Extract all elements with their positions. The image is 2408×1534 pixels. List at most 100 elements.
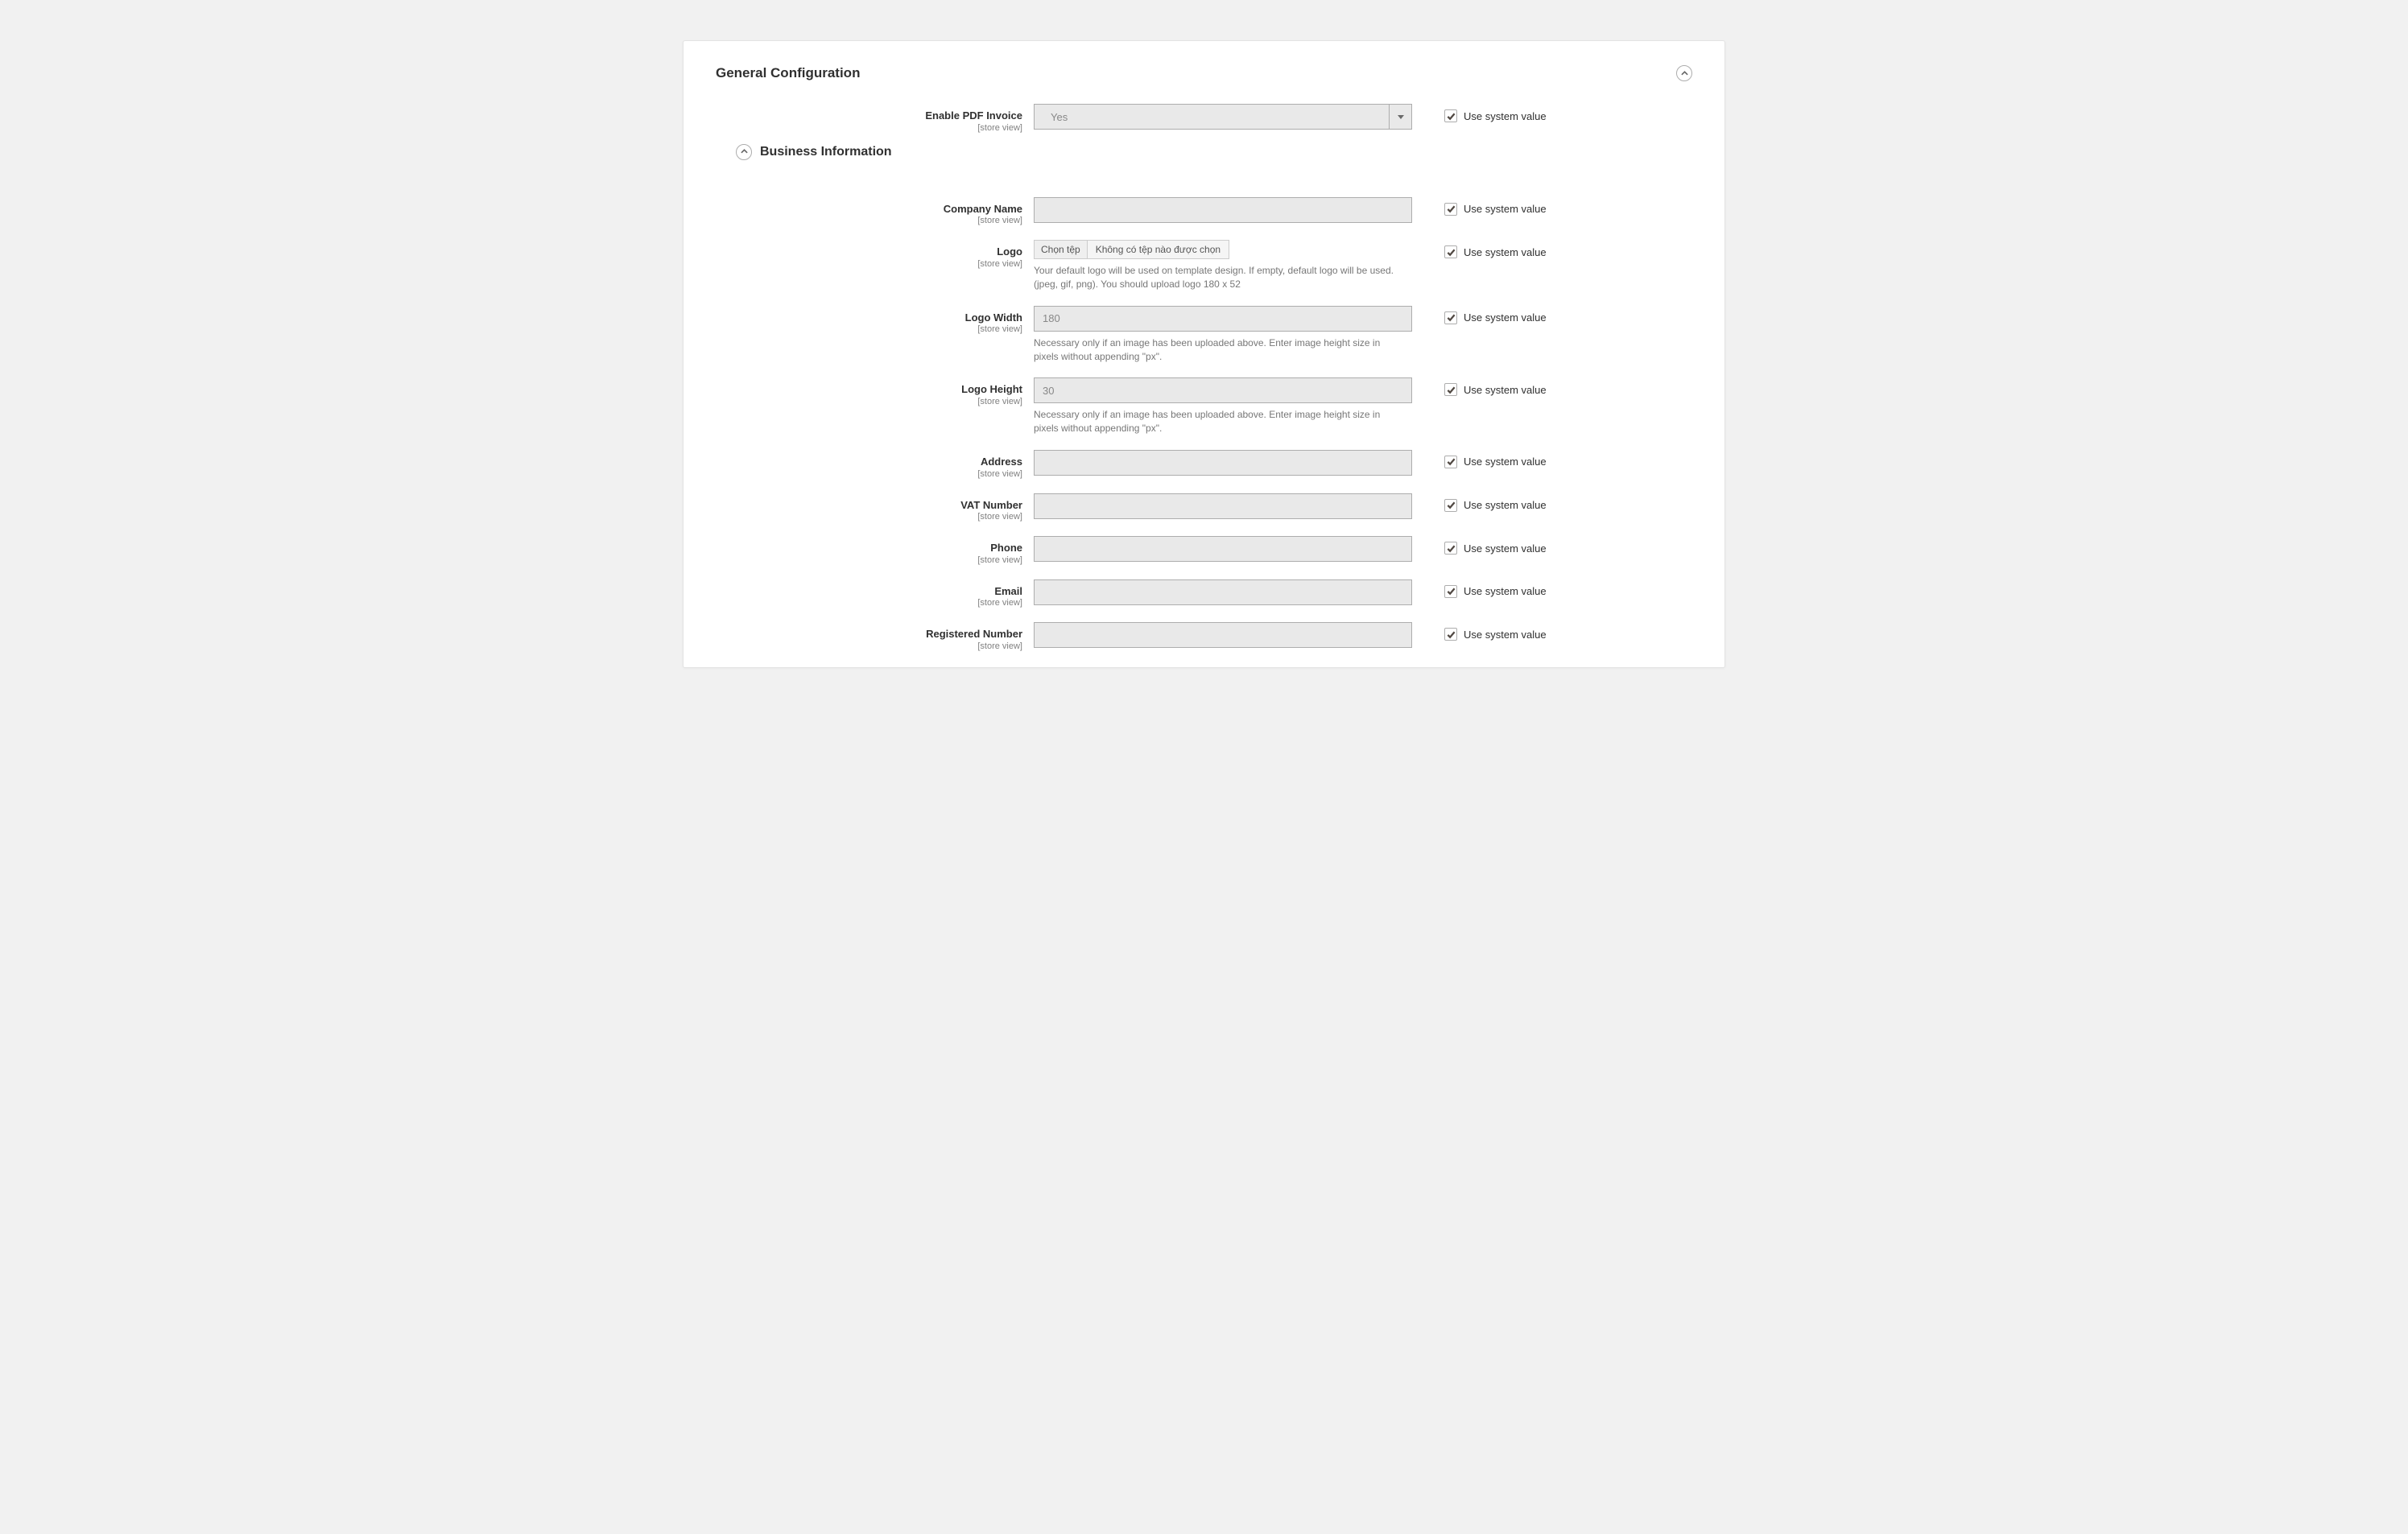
use-system-label[interactable]: Use system value	[1464, 499, 1547, 511]
use-system-checkbox[interactable]	[1444, 245, 1457, 258]
use-system-checkbox[interactable]	[1444, 383, 1457, 396]
field-label: Enable PDF Invoice	[716, 109, 1022, 122]
check-icon	[1447, 248, 1456, 257]
field-label: Logo Width	[716, 311, 1022, 324]
field-row-company-name: Company Name [store view] Use system val…	[716, 197, 1692, 226]
field-help: Necessary only if an image has been uplo…	[1034, 408, 1404, 435]
input-col	[1034, 493, 1412, 519]
label-col: Phone [store view]	[716, 536, 1034, 565]
use-system-label[interactable]: Use system value	[1464, 384, 1547, 396]
use-system-label[interactable]: Use system value	[1464, 585, 1547, 597]
check-icon	[1447, 313, 1456, 322]
field-row-logo-width: Logo Width [store view] Necessary only i…	[716, 306, 1692, 364]
use-system-checkbox[interactable]	[1444, 542, 1457, 555]
use-system-label[interactable]: Use system value	[1464, 629, 1547, 641]
triangle-down-icon	[1398, 115, 1404, 119]
section-title: General Configuration	[716, 65, 860, 81]
collapse-subsection-button[interactable]	[736, 144, 752, 160]
use-system-label[interactable]: Use system value	[1464, 203, 1547, 215]
address-input[interactable]	[1034, 450, 1412, 476]
field-scope: [store view]	[716, 598, 1022, 608]
label-col: Logo [store view]	[716, 240, 1034, 269]
use-system-label[interactable]: Use system value	[1464, 542, 1547, 555]
field-row-email: Email [store view] Use system value	[716, 579, 1692, 608]
system-col: Use system value	[1412, 104, 1547, 122]
field-help: Necessary only if an image has been uplo…	[1034, 336, 1404, 364]
company-name-input[interactable]	[1034, 197, 1412, 223]
field-label: Registered Number	[716, 628, 1022, 641]
field-row-vat-number: VAT Number [store view] Use system value	[716, 493, 1692, 522]
check-icon	[1447, 501, 1456, 509]
system-col: Use system value	[1412, 197, 1547, 216]
label-col: Company Name [store view]	[716, 197, 1034, 226]
logo-height-input[interactable]	[1034, 377, 1412, 403]
field-label: Email	[716, 585, 1022, 598]
label-col: Logo Height [store view]	[716, 377, 1034, 406]
label-col: Registered Number [store view]	[716, 622, 1034, 651]
logo-width-input[interactable]	[1034, 306, 1412, 332]
field-label: Logo	[716, 245, 1022, 258]
use-system-checkbox[interactable]	[1444, 499, 1457, 512]
registered-number-input[interactable]	[1034, 622, 1412, 648]
field-row-phone: Phone [store view] Use system value	[716, 536, 1692, 565]
system-col: Use system value	[1412, 377, 1547, 396]
vat-number-input[interactable]	[1034, 493, 1412, 519]
label-col: Address [store view]	[716, 450, 1034, 479]
use-system-checkbox[interactable]	[1444, 311, 1457, 324]
use-system-label[interactable]: Use system value	[1464, 246, 1547, 258]
field-label: VAT Number	[716, 499, 1022, 512]
check-icon	[1447, 544, 1456, 553]
email-input[interactable]	[1034, 579, 1412, 605]
file-choose-button: Chọn tệp	[1035, 241, 1088, 258]
check-icon	[1447, 630, 1456, 639]
chevron-up-icon	[741, 148, 748, 155]
subsection-header[interactable]: Business Information	[736, 144, 1692, 160]
use-system-checkbox[interactable]	[1444, 628, 1457, 641]
field-row-logo: Logo [store view] Chọn tệp Không có tệp …	[716, 240, 1692, 291]
use-system-checkbox[interactable]	[1444, 585, 1457, 598]
use-system-checkbox[interactable]	[1444, 109, 1457, 122]
label-col: Logo Width [store view]	[716, 306, 1034, 335]
section-header: General Configuration	[716, 65, 1692, 81]
field-label: Logo Height	[716, 383, 1022, 396]
input-col: Necessary only if an image has been uplo…	[1034, 377, 1412, 435]
input-col	[1034, 622, 1412, 648]
logo-file-input[interactable]: Chọn tệp Không có tệp nào được chọn	[1034, 240, 1229, 259]
input-col	[1034, 197, 1412, 223]
check-icon	[1447, 386, 1456, 394]
label-col: Email [store view]	[716, 579, 1034, 608]
field-label: Address	[716, 456, 1022, 468]
select-arrow	[1389, 105, 1411, 129]
check-icon	[1447, 112, 1456, 121]
check-icon	[1447, 587, 1456, 596]
file-none-text: Không có tệp nào được chọn	[1088, 241, 1229, 258]
select-value: Yes	[1043, 111, 1068, 123]
field-label: Phone	[716, 542, 1022, 555]
use-system-label[interactable]: Use system value	[1464, 110, 1547, 122]
use-system-checkbox[interactable]	[1444, 456, 1457, 468]
use-system-label[interactable]: Use system value	[1464, 311, 1547, 324]
field-scope: [store view]	[716, 512, 1022, 522]
field-row-logo-height: Logo Height [store view] Necessary only …	[716, 377, 1692, 435]
use-system-label[interactable]: Use system value	[1464, 456, 1547, 468]
field-scope: [store view]	[716, 555, 1022, 565]
chevron-up-icon	[1681, 70, 1688, 77]
label-col: VAT Number [store view]	[716, 493, 1034, 522]
subsection-title: Business Information	[760, 145, 892, 159]
collapse-section-button[interactable]	[1676, 65, 1692, 81]
field-scope: [store view]	[716, 259, 1022, 269]
label-col: Enable PDF Invoice [store view]	[716, 104, 1034, 133]
phone-input[interactable]	[1034, 536, 1412, 562]
system-col: Use system value	[1412, 450, 1547, 468]
enable-pdf-invoice-select[interactable]: Yes	[1034, 104, 1412, 130]
system-col: Use system value	[1412, 240, 1547, 258]
use-system-checkbox[interactable]	[1444, 203, 1457, 216]
check-icon	[1447, 457, 1456, 466]
field-help: Your default logo will be used on templa…	[1034, 264, 1404, 291]
field-scope: [store view]	[716, 469, 1022, 479]
system-col: Use system value	[1412, 493, 1547, 512]
field-row-registered-number: Registered Number [store view] Use syste…	[716, 622, 1692, 651]
field-label: Company Name	[716, 203, 1022, 216]
input-col: Yes	[1034, 104, 1412, 130]
field-scope: [store view]	[716, 123, 1022, 133]
